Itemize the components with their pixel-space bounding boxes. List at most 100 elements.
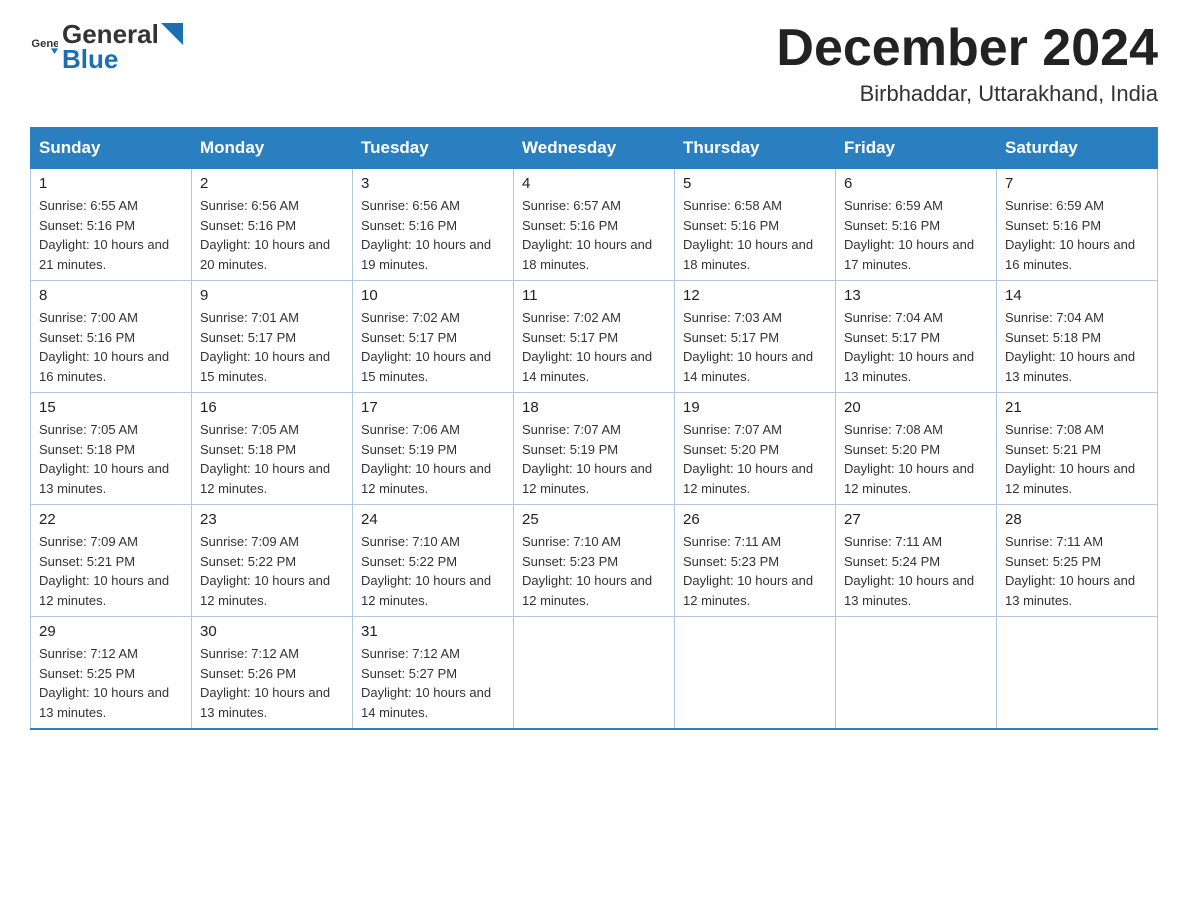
calendar-cell: 10Sunrise: 7:02 AMSunset: 5:17 PMDayligh…	[353, 281, 514, 393]
day-header-saturday: Saturday	[997, 128, 1158, 169]
day-number: 7	[1005, 175, 1149, 192]
day-number: 23	[200, 511, 344, 528]
logo[interactable]: General General Blue	[30, 20, 183, 73]
day-number: 5	[683, 175, 827, 192]
calendar-cell: 21 Sunrise: 7:08 AMSunset: 5:21 PMDayligh…	[997, 393, 1158, 505]
day-info: Sunrise: 7:11 AMSunset: 5:23 PMDaylight:…	[683, 532, 827, 610]
calendar-header-row: SundayMondayTuesdayWednesdayThursdayFrid…	[31, 128, 1158, 169]
day-number: 15	[39, 399, 183, 416]
day-number: 19	[683, 399, 827, 416]
day-info: Sunrise: 7:11 AMSunset: 5:25 PMDaylight:…	[1005, 532, 1149, 610]
day-number: 8	[39, 287, 183, 304]
calendar-cell: 12 Sunrise: 7:03 AMSunset: 5:17 PMDayligh…	[675, 281, 836, 393]
day-info: Sunrise: 6:58 AMSunset: 5:16 PMDaylight:…	[683, 196, 827, 274]
day-number: 11	[522, 287, 666, 304]
day-info: Sunrise: 7:09 AMSunset: 5:21 PMDaylight:…	[39, 532, 183, 610]
calendar-cell: 23Sunrise: 7:09 AMSunset: 5:22 PMDayligh…	[192, 505, 353, 617]
day-number: 21	[1005, 399, 1149, 416]
logo-icon: General	[30, 33, 58, 61]
calendar-cell: 20Sunrise: 7:08 AMSunset: 5:20 PMDayligh…	[836, 393, 997, 505]
day-number: 29	[39, 623, 183, 640]
day-info: Sunrise: 7:08 AMSunset: 5:20 PMDaylight:…	[844, 420, 988, 498]
calendar-cell: 29 Sunrise: 7:12 AMSunset: 5:25 PMDayligh…	[31, 617, 192, 730]
calendar-cell: 19 Sunrise: 7:07 AMSunset: 5:20 PMDayligh…	[675, 393, 836, 505]
calendar-cell: 25Sunrise: 7:10 AMSunset: 5:23 PMDayligh…	[514, 505, 675, 617]
calendar-cell: 8 Sunrise: 7:00 AMSunset: 5:16 PMDaylight…	[31, 281, 192, 393]
day-info: Sunrise: 7:03 AMSunset: 5:17 PMDaylight:…	[683, 308, 827, 386]
calendar-cell: 31Sunrise: 7:12 AMSunset: 5:27 PMDayligh…	[353, 617, 514, 730]
calendar-cell: 2Sunrise: 6:56 AMSunset: 5:16 PMDaylight…	[192, 169, 353, 281]
day-header-friday: Friday	[836, 128, 997, 169]
day-number: 22	[39, 511, 183, 528]
day-info: Sunrise: 7:05 AMSunset: 5:18 PMDaylight:…	[39, 420, 183, 498]
calendar-cell: 9 Sunrise: 7:01 AMSunset: 5:17 PMDaylight…	[192, 281, 353, 393]
logo-arrow-icon	[161, 23, 183, 45]
calendar-cell: 7 Sunrise: 6:59 AMSunset: 5:16 PMDaylight…	[997, 169, 1158, 281]
day-number: 24	[361, 511, 505, 528]
day-info: Sunrise: 7:01 AMSunset: 5:17 PMDaylight:…	[200, 308, 344, 386]
svg-text:General: General	[31, 38, 58, 50]
day-info: Sunrise: 7:02 AMSunset: 5:17 PMDaylight:…	[522, 308, 666, 386]
calendar-cell: 15 Sunrise: 7:05 AMSunset: 5:18 PMDayligh…	[31, 393, 192, 505]
day-info: Sunrise: 7:07 AMSunset: 5:20 PMDaylight:…	[683, 420, 827, 498]
calendar-cell	[675, 617, 836, 730]
day-number: 18	[522, 399, 666, 416]
day-info: Sunrise: 7:12 AMSunset: 5:25 PMDaylight:…	[39, 644, 183, 722]
day-info: Sunrise: 6:56 AMSunset: 5:16 PMDaylight:…	[361, 196, 505, 274]
day-header-sunday: Sunday	[31, 128, 192, 169]
day-info: Sunrise: 6:55 AMSunset: 5:16 PMDaylight:…	[39, 196, 183, 274]
day-info: Sunrise: 7:07 AMSunset: 5:19 PMDaylight:…	[522, 420, 666, 498]
day-header-monday: Monday	[192, 128, 353, 169]
day-number: 12	[683, 287, 827, 304]
day-info: Sunrise: 7:04 AMSunset: 5:18 PMDaylight:…	[1005, 308, 1149, 386]
day-number: 17	[361, 399, 505, 416]
day-info: Sunrise: 7:10 AMSunset: 5:22 PMDaylight:…	[361, 532, 505, 610]
day-info: Sunrise: 7:00 AMSunset: 5:16 PMDaylight:…	[39, 308, 183, 386]
day-header-thursday: Thursday	[675, 128, 836, 169]
calendar-cell: 17 Sunrise: 7:06 AMSunset: 5:19 PMDayligh…	[353, 393, 514, 505]
day-number: 3	[361, 175, 505, 192]
calendar-cell: 11 Sunrise: 7:02 AMSunset: 5:17 PMDayligh…	[514, 281, 675, 393]
calendar-cell: 6Sunrise: 6:59 AMSunset: 5:16 PMDaylight…	[836, 169, 997, 281]
day-info: Sunrise: 7:11 AMSunset: 5:24 PMDaylight:…	[844, 532, 988, 610]
calendar-cell: 14 Sunrise: 7:04 AMSunset: 5:18 PMDayligh…	[997, 281, 1158, 393]
day-number: 4	[522, 175, 666, 192]
day-info: Sunrise: 7:12 AMSunset: 5:26 PMDaylight:…	[200, 644, 344, 722]
day-number: 28	[1005, 511, 1149, 528]
calendar-cell: 24 Sunrise: 7:10 AMSunset: 5:22 PMDayligh…	[353, 505, 514, 617]
calendar-week-row: 29 Sunrise: 7:12 AMSunset: 5:25 PMDayligh…	[31, 617, 1158, 730]
day-info: Sunrise: 7:08 AMSunset: 5:21 PMDaylight:…	[1005, 420, 1149, 498]
day-info: Sunrise: 6:59 AMSunset: 5:16 PMDaylight:…	[844, 196, 988, 274]
calendar-cell: 27 Sunrise: 7:11 AMSunset: 5:24 PMDayligh…	[836, 505, 997, 617]
calendar-cell	[997, 617, 1158, 730]
location-text: Birbhaddar, Uttarakhand, India	[776, 81, 1158, 107]
calendar-table: SundayMondayTuesdayWednesdayThursdayFrid…	[30, 127, 1158, 730]
day-number: 27	[844, 511, 988, 528]
day-number: 16	[200, 399, 344, 416]
day-number: 26	[683, 511, 827, 528]
day-info: Sunrise: 7:10 AMSunset: 5:23 PMDaylight:…	[522, 532, 666, 610]
day-number: 13	[844, 287, 988, 304]
day-number: 9	[200, 287, 344, 304]
day-info: Sunrise: 6:59 AMSunset: 5:16 PMDaylight:…	[1005, 196, 1149, 274]
day-info: Sunrise: 7:05 AMSunset: 5:18 PMDaylight:…	[200, 420, 344, 498]
day-number: 2	[200, 175, 344, 192]
calendar-cell: 4 Sunrise: 6:57 AMSunset: 5:16 PMDaylight…	[514, 169, 675, 281]
day-number: 14	[1005, 287, 1149, 304]
calendar-week-row: 22 Sunrise: 7:09 AMSunset: 5:21 PMDayligh…	[31, 505, 1158, 617]
day-info: Sunrise: 6:57 AMSunset: 5:16 PMDaylight:…	[522, 196, 666, 274]
title-area: December 2024 Birbhaddar, Uttarakhand, I…	[776, 20, 1158, 107]
calendar-week-row: 15 Sunrise: 7:05 AMSunset: 5:18 PMDayligh…	[31, 393, 1158, 505]
calendar-cell: 18 Sunrise: 7:07 AMSunset: 5:19 PMDayligh…	[514, 393, 675, 505]
month-title: December 2024	[776, 20, 1158, 77]
calendar-cell: 16 Sunrise: 7:05 AMSunset: 5:18 PMDayligh…	[192, 393, 353, 505]
calendar-week-row: 1Sunrise: 6:55 AMSunset: 5:16 PMDaylight…	[31, 169, 1158, 281]
calendar-cell: 30Sunrise: 7:12 AMSunset: 5:26 PMDayligh…	[192, 617, 353, 730]
calendar-cell: 28 Sunrise: 7:11 AMSunset: 5:25 PMDayligh…	[997, 505, 1158, 617]
calendar-cell	[514, 617, 675, 730]
day-info: Sunrise: 7:12 AMSunset: 5:27 PMDaylight:…	[361, 644, 505, 722]
day-info: Sunrise: 7:06 AMSunset: 5:19 PMDaylight:…	[361, 420, 505, 498]
day-number: 10	[361, 287, 505, 304]
calendar-week-row: 8 Sunrise: 7:00 AMSunset: 5:16 PMDaylight…	[31, 281, 1158, 393]
day-header-tuesday: Tuesday	[353, 128, 514, 169]
